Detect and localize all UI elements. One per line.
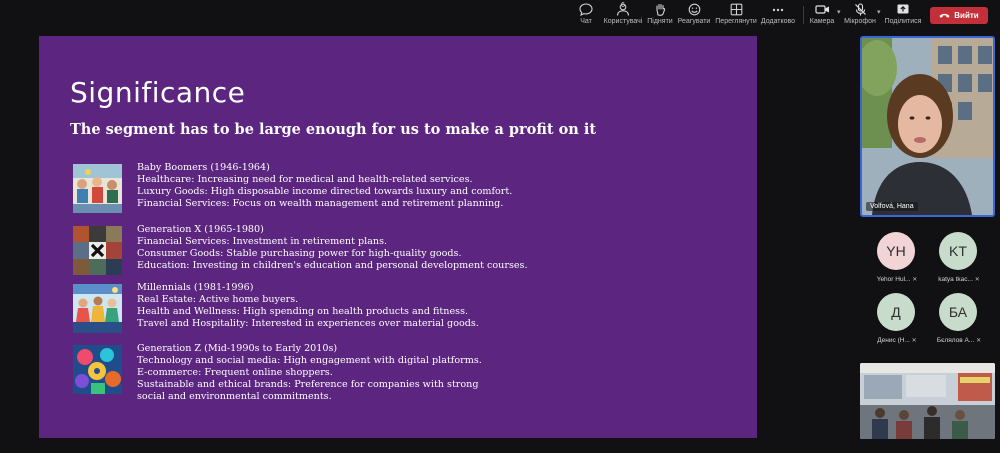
raise-hand-label: Підняти [647,18,673,25]
more-button[interactable]: Додатково [760,3,796,29]
generation-line: Education: Investing in children's educa… [137,260,528,271]
participant-name: Бєлялов А... ✕ [927,337,991,344]
slide-title: Significance [70,76,246,109]
generation-x-illustration [73,226,122,275]
avatar: Д [877,293,915,331]
mic-off-icon: ✕ [912,277,918,283]
avatar: БА [939,293,977,331]
generation-heading: Baby Boomers (1946-1964) [137,162,270,173]
mic-off-icon: ✕ [976,338,982,344]
participants-label: Користувачі [603,18,643,25]
slide-subtitle: The segment has to be large enough for u… [70,121,597,138]
generation-z-illustration [73,345,122,394]
share-button[interactable]: Поділитися [883,3,923,29]
participant-tile[interactable]: KT katya tkac... ✕ [927,232,991,288]
participant-tile[interactable]: Д Денис (Н... ✕ [865,293,929,349]
mic-off-icon: ✕ [911,338,917,344]
more-label: Додатково [760,18,796,25]
generation-heading: Generation Z (Mid-1990s to Early 2010s) [137,343,338,354]
generation-line: Luxury Goods: High disposable income dir… [137,186,513,197]
participant-name-text: Денис (Н... [877,337,910,344]
microphone-label: Мікрофон [844,18,876,25]
participant-tile[interactable]: БА Бєлялов А... ✕ [927,293,991,349]
camera-label: Камера [809,18,835,25]
generation-text: Millennials (1981-1996) Real Estate: Act… [137,282,479,330]
raise-hand-icon [655,3,665,16]
generation-line: Consumer Goods: Stable purchasing power … [137,248,462,259]
participant-count: 6 [621,2,625,9]
leave-meeting-button[interactable]: Вийти [930,7,988,24]
avatar: YH [877,232,915,270]
chat-button[interactable]: Чат [578,3,594,29]
camera-icon [814,5,829,14]
share-icon [897,4,909,14]
participant-tile[interactable]: YH Yehor Hul... ✕ [865,232,929,288]
camera-options-chevron-icon[interactable]: ▾ [837,8,841,16]
chat-label: Чат [580,18,592,25]
microphone-options-chevron-icon[interactable]: ▾ [877,8,881,16]
participant-name-text: Бєлялов А... [936,337,975,344]
view-label: Переглянути [715,18,757,25]
avatar: KT [939,232,977,270]
share-label: Поділитися [884,18,922,25]
more-icon [772,8,784,12]
participant-name: Yehor Hul... ✕ [865,276,929,283]
active-speaker-video[interactable]: Volfová, Hana [860,36,995,217]
zoom-controls: − + [2,449,35,453]
participants-button[interactable]: 6 Користувачі [603,2,643,29]
generation-heading: Generation X (1965-1980) [137,224,264,235]
toolbar-divider [803,6,804,24]
generation-line: Healthcare: Increasing need for medical … [137,174,473,185]
generation-line: Financial Services: Focus on wealth mana… [137,198,504,209]
baby-boomers-illustration [73,164,122,213]
generation-line: E-commerce: Frequent online shoppers. [137,367,333,378]
view-icon [730,3,742,16]
participant-name-text: Yehor Hul... [876,276,911,283]
participant-name: Денис (Н... ✕ [865,337,929,344]
participant-name-text: katya tkac... [938,276,973,283]
generation-line: Sustainable and ethical brands: Preferen… [137,379,479,390]
generation-line: Real Estate: Active home buyers. [137,294,299,305]
participant-name: katya tkac... ✕ [927,276,991,283]
camera-button[interactable]: Камера [809,3,835,29]
presentation-slide: Significance The segment has to be large… [39,36,757,438]
chat-icon [579,3,593,16]
raise-hand-button[interactable]: Підняти [647,3,673,29]
react-icon [688,3,700,16]
generation-heading: Millennials (1981-1996) [137,282,254,293]
classroom-video[interactable] [860,363,995,439]
react-button[interactable]: Реагувати [676,3,712,29]
generation-line: Financial Services: Investment in retire… [137,236,388,247]
generation-text: Generation X (1965-1980) Financial Servi… [137,224,528,272]
meeting-toolbar: Чат 6 Користувачі Підняти Реагувати Пере… [0,0,1000,30]
leave-label: Вийти [954,11,979,20]
mic-off-icon: ✕ [974,277,980,283]
hang-up-icon [939,13,950,18]
generation-line: social and environmental commitments. [137,391,332,402]
react-label: Реагувати [677,18,711,25]
view-button[interactable]: Переглянути [714,3,758,29]
generation-line: Technology and social media: High engage… [137,355,482,366]
speaker-name-tag: Volfová, Hana [866,202,918,211]
generation-text: Baby Boomers (1946-1964) Healthcare: Inc… [137,162,512,210]
microphone-button[interactable]: Мікрофон [844,3,876,29]
generation-line: Travel and Hospitality: Interested in ex… [137,318,479,329]
generation-line: Health and Wellness: High spending on he… [137,306,469,317]
millennials-illustration [73,284,122,333]
mic-off-icon [854,3,866,16]
generation-text: Generation Z (Mid-1990s to Early 2010s) … [137,343,482,403]
